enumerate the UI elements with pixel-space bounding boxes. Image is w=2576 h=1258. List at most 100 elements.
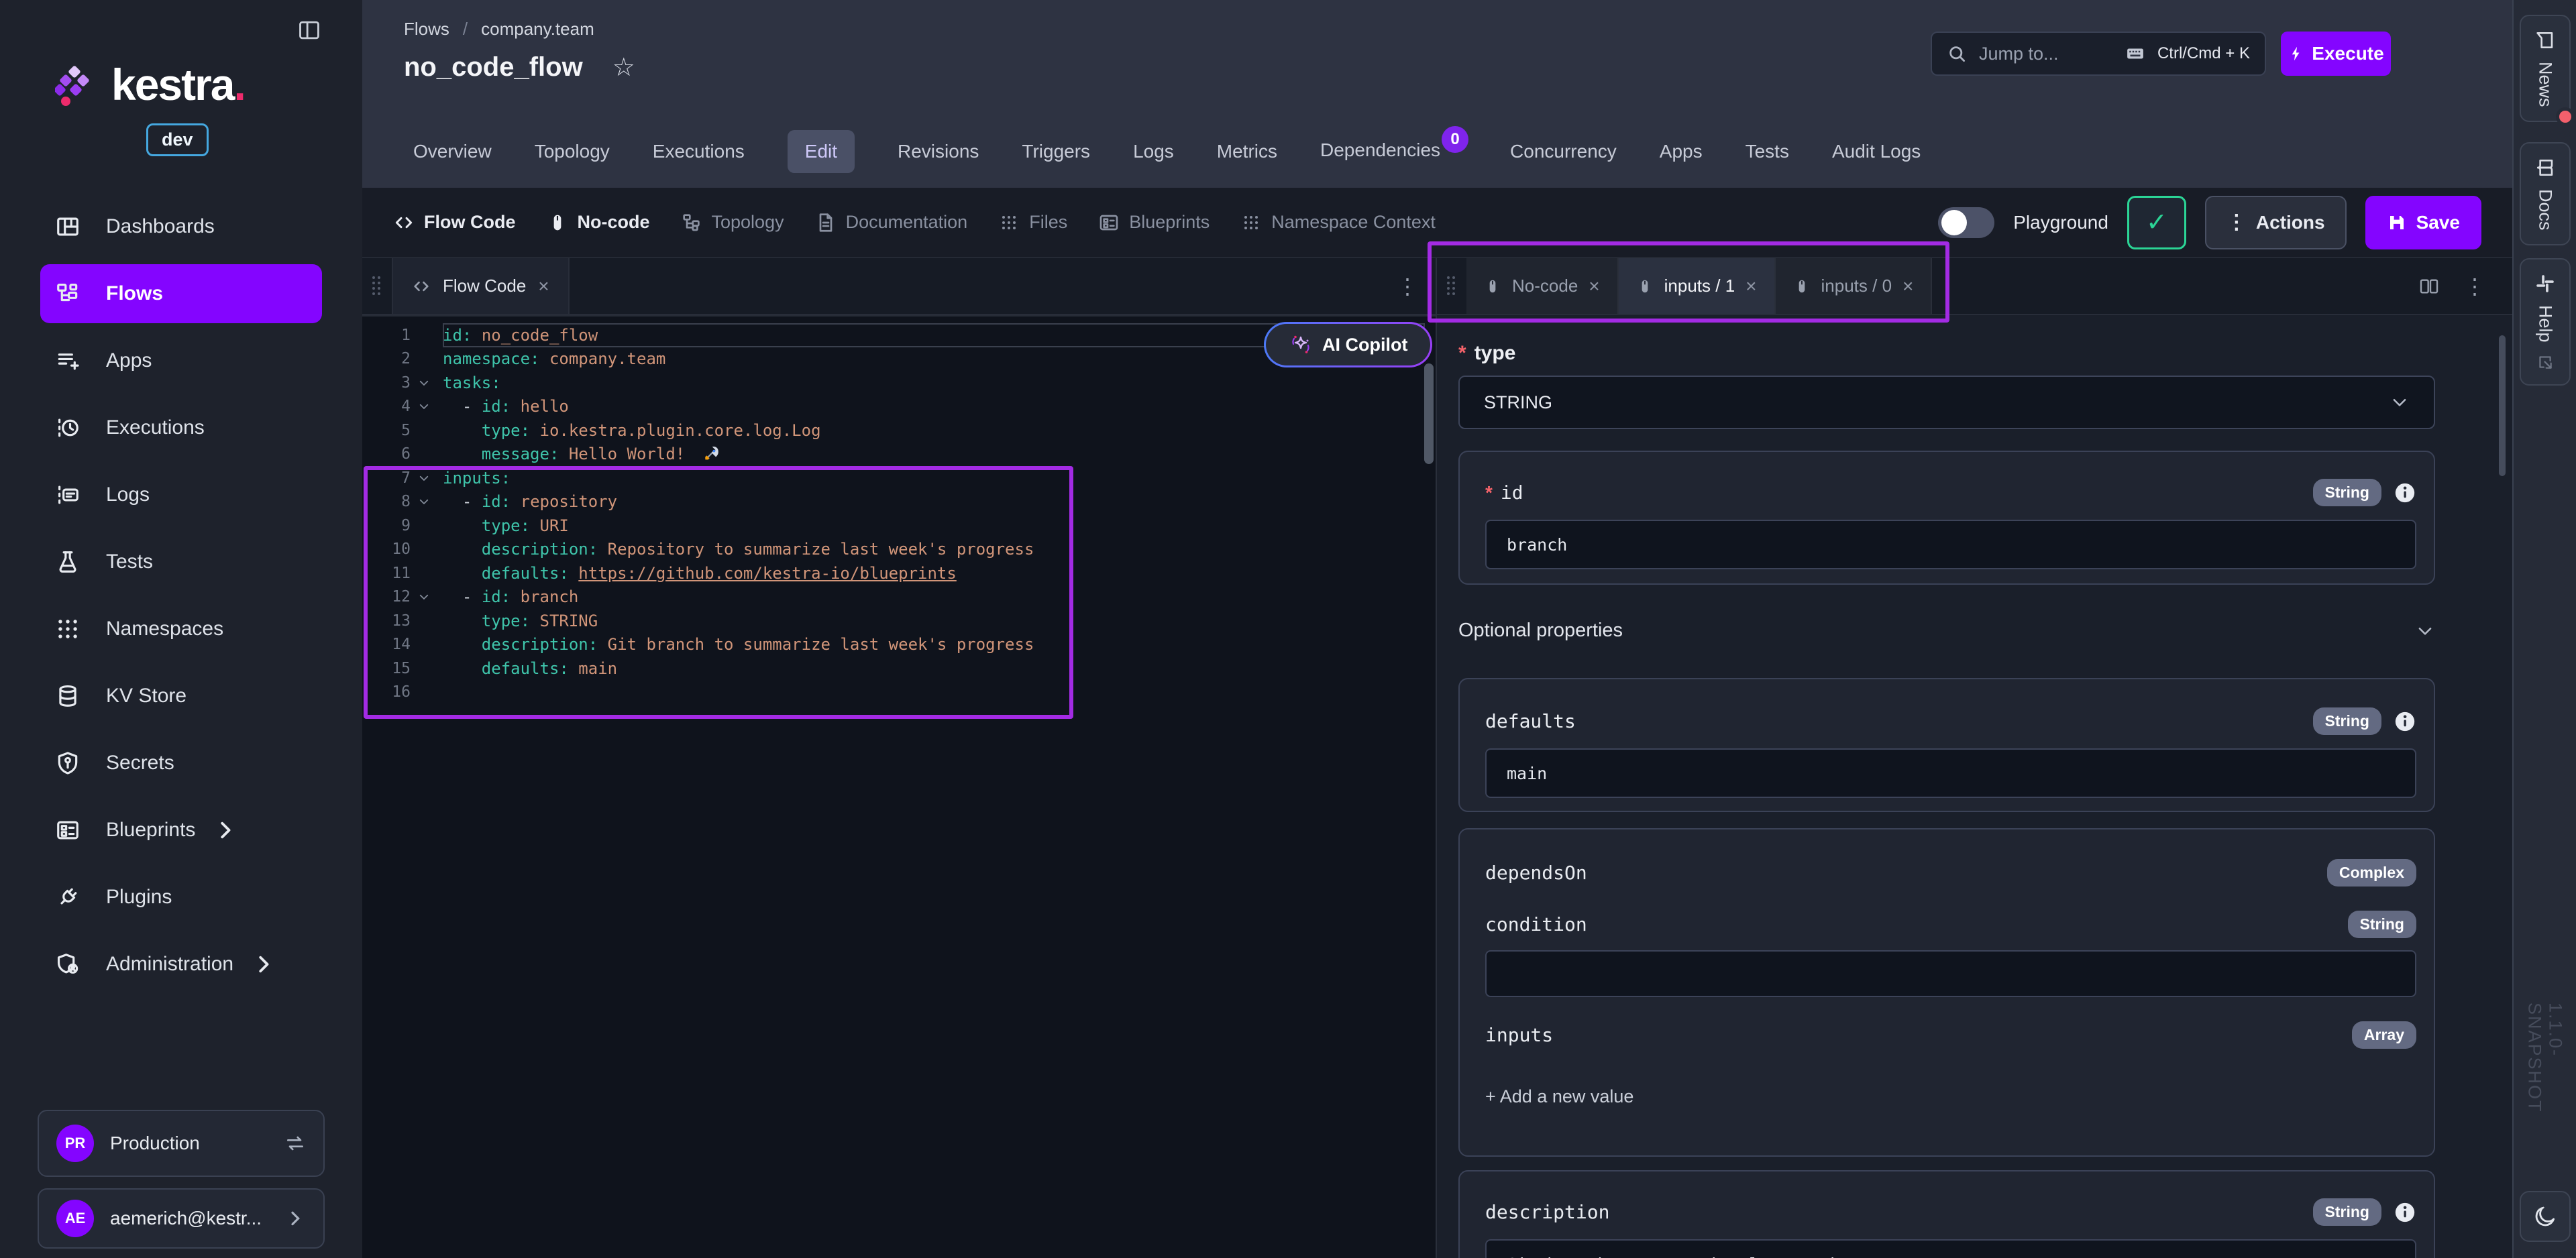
- tab-flow-code[interactable]: Flow Code ×: [392, 258, 570, 314]
- tenant-switcher[interactable]: PR Production: [38, 1110, 325, 1177]
- tab-audit-logs[interactable]: Audit Logs: [1832, 130, 1921, 173]
- toolbar-item-topology[interactable]: Topology: [681, 212, 784, 233]
- dependencies-count-badge: 0: [1442, 126, 1468, 153]
- ai-copilot-button[interactable]: AI Copilot: [1264, 322, 1432, 367]
- sidebar-item-secrets[interactable]: Secrets: [40, 734, 322, 793]
- theme-toggle-button[interactable]: [2520, 1191, 2571, 1242]
- actions-button[interactable]: ⋮ Actions: [2205, 196, 2347, 249]
- sidebar-item-dashboards[interactable]: Dashboards: [40, 197, 322, 256]
- validation-check-button[interactable]: ✓: [2127, 196, 2186, 249]
- tab-executions[interactable]: Executions: [653, 130, 745, 173]
- yaml-editor[interactable]: AI Copilot 1id: no_code_flow2namespace: …: [362, 315, 1436, 1258]
- rail-button-help[interactable]: Help: [2520, 258, 2571, 386]
- line-number: 2: [362, 350, 411, 367]
- info-icon[interactable]: [2394, 710, 2416, 733]
- fold-chevron-icon[interactable]: [411, 496, 437, 508]
- add-value-button[interactable]: + Add a new value: [1485, 1086, 2416, 1107]
- collapse-sidebar-icon[interactable]: [297, 17, 322, 43]
- sidebar-item-kv-store[interactable]: KV Store: [40, 667, 322, 726]
- execute-button[interactable]: Execute: [2281, 32, 2391, 76]
- fold-chevron-icon[interactable]: [411, 472, 437, 484]
- drag-handle-icon[interactable]: [362, 258, 392, 314]
- toolbar-item-no-code[interactable]: No-code: [547, 212, 650, 233]
- rail-button-news[interactable]: News: [2520, 15, 2571, 122]
- tab-logs[interactable]: Logs: [1133, 130, 1174, 173]
- close-icon[interactable]: ×: [1589, 277, 1599, 296]
- tab-apps[interactable]: Apps: [1660, 130, 1703, 173]
- rail-button-docs[interactable]: Docs: [2520, 142, 2571, 245]
- tab-revisions[interactable]: Revisions: [898, 130, 979, 173]
- sidebar-item-blueprints[interactable]: Blueprints: [40, 801, 322, 860]
- breadcrumb: Flows / company.team: [404, 19, 594, 40]
- tab-metrics[interactable]: Metrics: [1217, 130, 1277, 173]
- tab-topology[interactable]: Topology: [535, 130, 610, 173]
- info-icon[interactable]: [2394, 1201, 2416, 1224]
- split-columns-icon[interactable]: [2418, 276, 2440, 297]
- drag-handle-icon[interactable]: [1437, 258, 1466, 314]
- chevron-right-icon: [284, 1208, 306, 1229]
- kestra-logo[interactable]: kestra.: [55, 59, 245, 110]
- editor-tab-menu-icon[interactable]: ⋮: [1397, 274, 1436, 299]
- lightning-icon: [2288, 45, 2305, 62]
- tab-concurrency[interactable]: Concurrency: [1510, 130, 1617, 173]
- tab-edit[interactable]: Edit: [788, 130, 855, 173]
- sidebar-item-flows[interactable]: Flows: [40, 264, 322, 323]
- sidebar-item-executions[interactable]: Executions: [40, 398, 322, 457]
- sidebar-item-administration[interactable]: Administration: [40, 935, 322, 994]
- condition-label: condition: [1485, 913, 1587, 935]
- tab-overview[interactable]: Overview: [413, 130, 492, 173]
- help-rail: 1.1.0-SNAPSHOT NewsDocsHelp: [2512, 0, 2576, 1258]
- panel-tab-no-code[interactable]: No-code×: [1466, 258, 1619, 314]
- fold-chevron-icon[interactable]: [411, 377, 437, 389]
- tab-dependencies[interactable]: Dependencies0: [1320, 127, 1467, 176]
- toolbar-item-namespace-context[interactable]: Namespace Context: [1240, 212, 1436, 233]
- fold-chevron-icon[interactable]: [411, 400, 437, 412]
- playground-toggle[interactable]: [1938, 207, 1994, 238]
- type-select[interactable]: STRING: [1458, 376, 2435, 429]
- mouse-icon: [547, 212, 568, 233]
- toolbar-item-flow-code[interactable]: Flow Code: [393, 212, 516, 233]
- panel-scrollbar[interactable]: [2499, 335, 2506, 476]
- tab-tests[interactable]: Tests: [1746, 130, 1789, 173]
- toolbar-item-blueprints[interactable]: Blueprints: [1098, 212, 1210, 233]
- line-number: 16: [362, 683, 411, 701]
- sidebar-item-label: Tests: [106, 551, 153, 573]
- info-icon[interactable]: [2394, 481, 2416, 504]
- panel-tab-inputs-1[interactable]: inputs / 1×: [1619, 258, 1776, 314]
- condition-input[interactable]: [1485, 950, 2416, 997]
- tab-triggers[interactable]: Triggers: [1022, 130, 1090, 173]
- favorite-star-icon[interactable]: ☆: [612, 55, 635, 80]
- description-label: description: [1485, 1201, 1609, 1223]
- type-label: *type: [1458, 342, 2435, 365]
- editor-scrollbar[interactable]: [1424, 363, 1434, 464]
- jump-to-search[interactable]: Jump to... Ctrl/Cmd + K: [1931, 32, 2266, 76]
- save-button[interactable]: Save: [2365, 196, 2481, 249]
- sidebar-item-tests[interactable]: Tests: [40, 532, 322, 591]
- code-line: 4 - id: hello: [362, 395, 1436, 419]
- code-line: 8 - id: repository: [362, 490, 1436, 514]
- close-icon[interactable]: ×: [538, 277, 549, 296]
- sidebar-item-apps[interactable]: Apps: [40, 331, 322, 390]
- close-icon[interactable]: ×: [1746, 277, 1756, 296]
- toolbar-item-label: Blueprints: [1129, 212, 1210, 233]
- optional-properties-toggle[interactable]: Optional properties: [1458, 620, 2435, 642]
- sidebar-item-plugins[interactable]: Plugins: [40, 868, 322, 927]
- notification-dot: [2556, 107, 2575, 126]
- toolbar-item-documentation[interactable]: Documentation: [815, 212, 968, 233]
- sidebar-item-logs[interactable]: Logs: [40, 465, 322, 524]
- fold-chevron-icon[interactable]: [411, 591, 437, 603]
- toolbar-item-files[interactable]: Files: [998, 212, 1067, 233]
- sidebar-item-namespaces[interactable]: Namespaces: [40, 599, 322, 659]
- type-badge: String: [2313, 707, 2381, 735]
- toolbar-item-label: Documentation: [846, 212, 968, 233]
- panel-tab-inputs-0[interactable]: inputs / 0×: [1776, 258, 1933, 314]
- panel-menu-icon[interactable]: ⋮: [2464, 276, 2485, 297]
- defaults-input[interactable]: main: [1485, 748, 2416, 798]
- breadcrumb-flows[interactable]: Flows: [404, 19, 449, 40]
- grid-icon: [1240, 212, 1262, 233]
- breadcrumb-namespace[interactable]: company.team: [481, 19, 594, 40]
- close-icon[interactable]: ×: [1902, 277, 1913, 296]
- id-input[interactable]: branch: [1485, 520, 2416, 569]
- user-menu[interactable]: AE aemerich@kestr...: [38, 1188, 325, 1249]
- description-input[interactable]: Git branch to summarize last week's prog…: [1485, 1239, 2416, 1258]
